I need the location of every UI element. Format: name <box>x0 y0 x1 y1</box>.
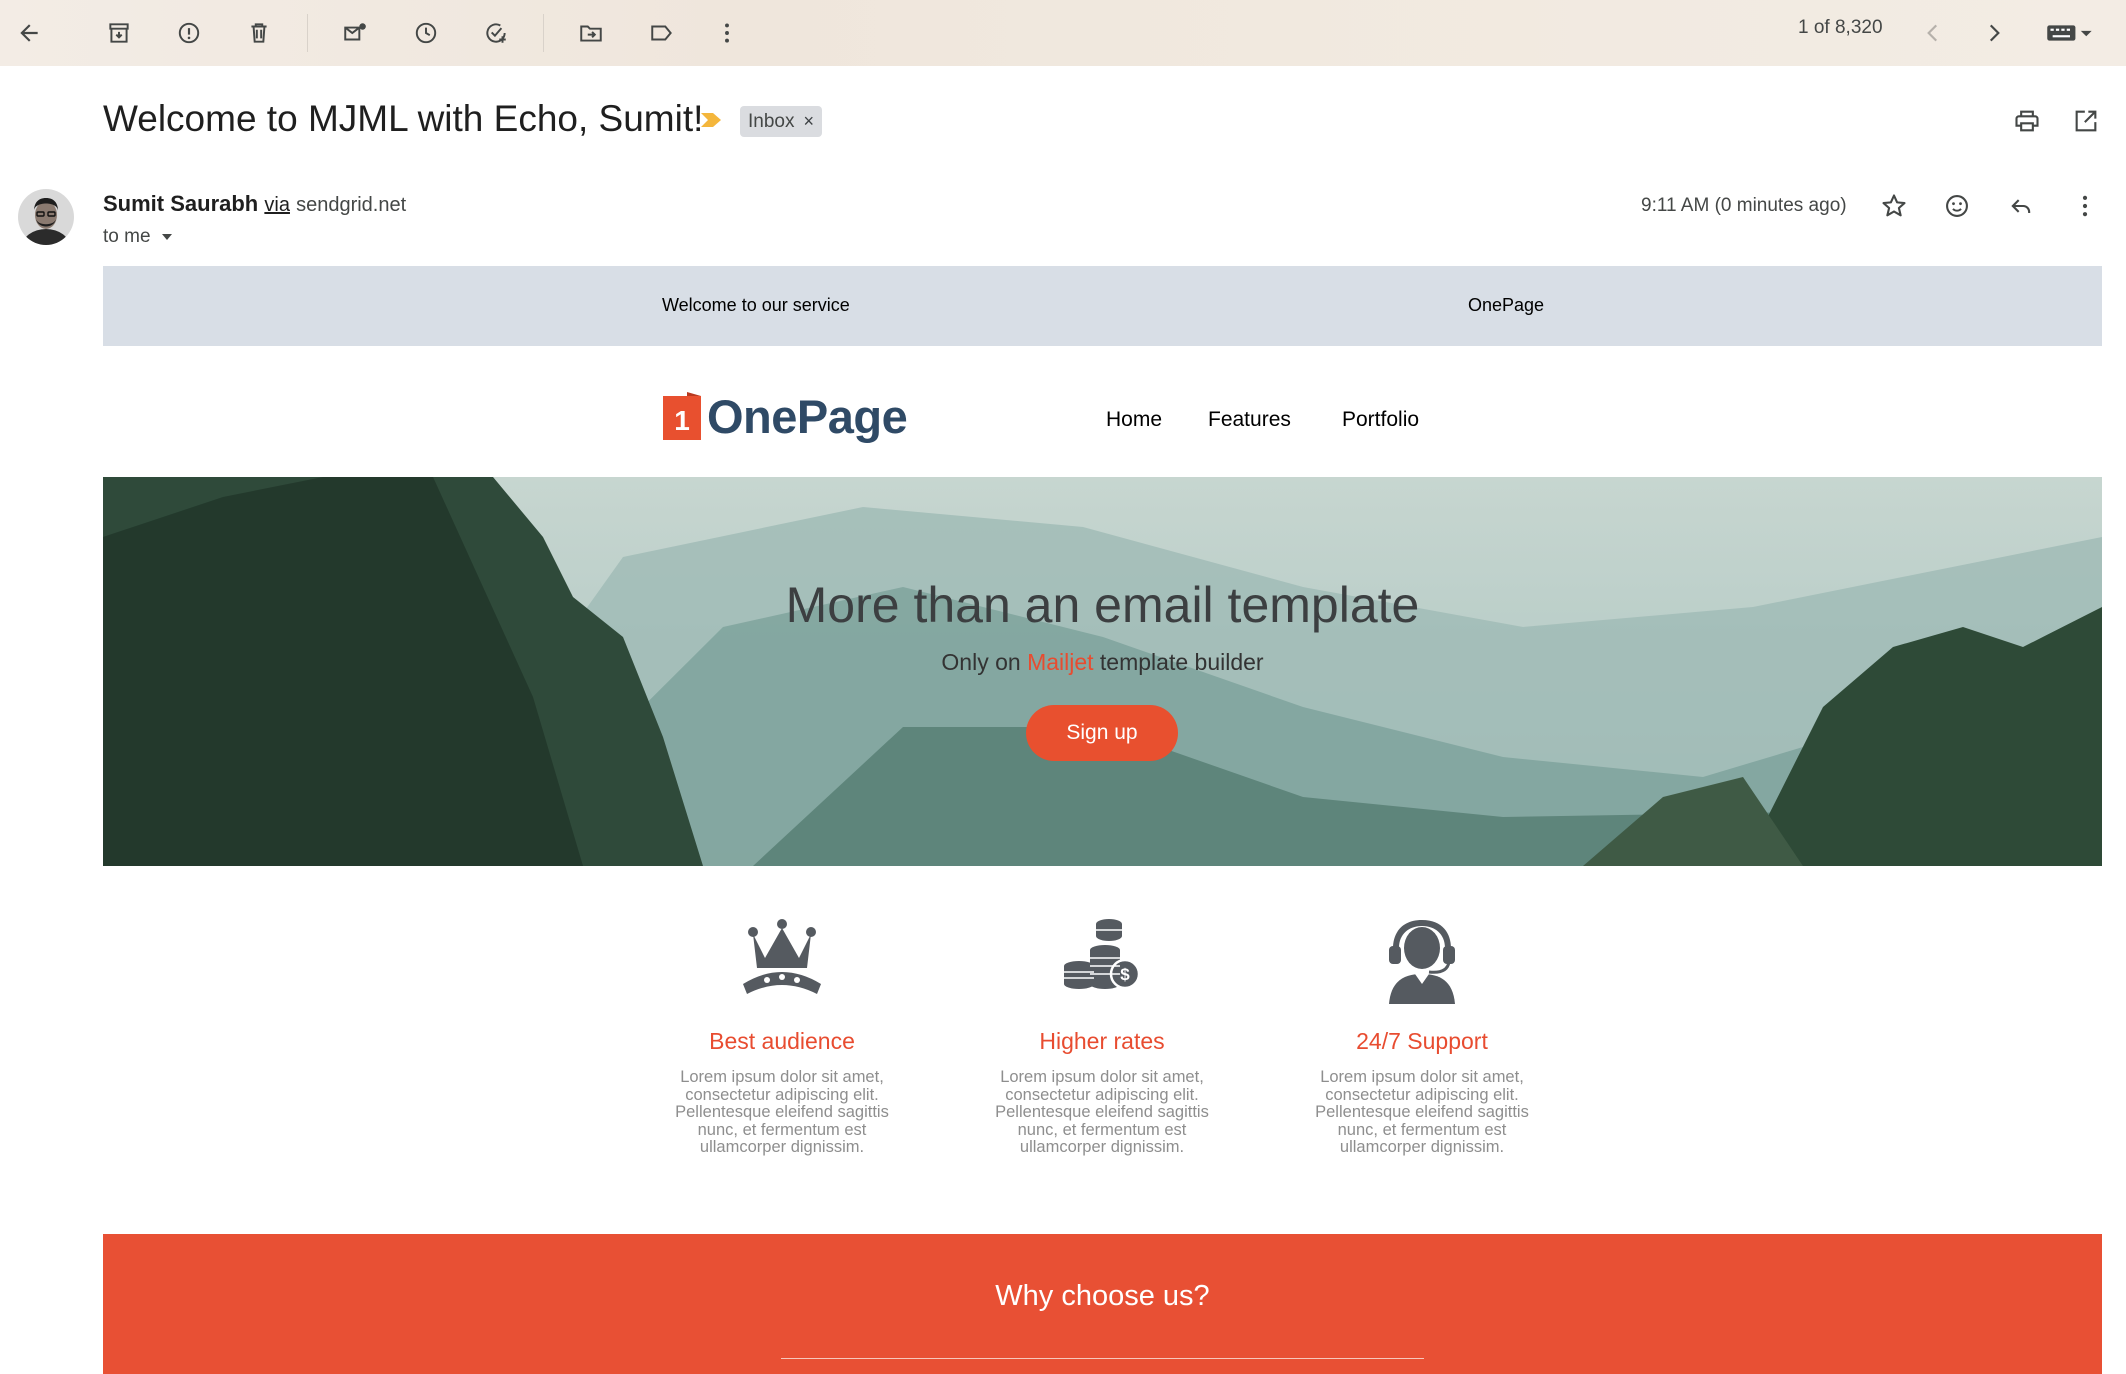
hero-title: More than an email template <box>785 577 1420 633</box>
input-tools-button[interactable] <box>2034 9 2106 57</box>
reply-button[interactable] <box>2001 186 2041 226</box>
star-button[interactable] <box>1874 186 1914 226</box>
add-reaction-button[interactable] <box>1937 186 1977 226</box>
importance-marker-icon[interactable] <box>699 111 723 129</box>
older-button[interactable] <box>1970 9 2018 57</box>
message-count: 1 of 8,320 <box>1798 17 1883 38</box>
coins-icon: $ <box>1064 919 1141 990</box>
mailjet-link[interactable]: Mailjet <box>1027 649 1093 675</box>
more-vert-icon <box>725 23 729 43</box>
avatar-image <box>18 189 74 245</box>
labels-button[interactable] <box>638 9 686 57</box>
via-link[interactable]: via <box>264 194 290 216</box>
preheader-welcome: Welcome to our service <box>662 295 850 315</box>
report-spam-button[interactable] <box>165 9 213 57</box>
add-to-tasks-icon <box>486 23 506 43</box>
features-section: Best audience Lorem ipsum dolor sit amet… <box>103 866 2102 1234</box>
open-in-new-icon <box>2075 110 2097 132</box>
feature-text: Lorem ipsum dolor sit amet, consectetur … <box>1315 1068 1529 1156</box>
back-arrow-icon <box>20 24 38 42</box>
svg-text:$: $ <box>1120 965 1130 984</box>
snooze-button[interactable] <box>402 9 450 57</box>
add-to-tasks-button[interactable] <box>472 9 520 57</box>
nav-features-link[interactable]: Features <box>1208 408 1291 432</box>
email-navbar: 1 OnePage Home Features Portfolio <box>103 346 2102 477</box>
remove-label-icon[interactable]: × <box>803 111 814 132</box>
sender-name[interactable]: Sumit Saurabh <box>103 191 258 216</box>
newer-button[interactable] <box>1909 9 1957 57</box>
inbox-label-chip: Inbox × <box>740 106 822 137</box>
hero-subtitle: Only on Mailjet template builder <box>103 649 2102 676</box>
mark-unread-button[interactable] <box>331 9 379 57</box>
feature-title: 24/7 Support <box>1356 1028 1488 1054</box>
emoji-icon <box>1946 195 1968 217</box>
hero-subtitle-suffix: template builder <box>1099 649 1264 675</box>
email-body: Welcome to our service OnePage 1 OnePage… <box>103 266 2102 1374</box>
why-choose-us-section: Why choose us? <box>103 1234 2102 1374</box>
archive-icon <box>109 23 129 43</box>
toolbar-divider <box>307 14 308 52</box>
nav-portfolio-link[interactable]: Portfolio <box>1342 408 1419 432</box>
sender-avatar[interactable] <box>18 189 74 245</box>
message-more-button[interactable] <box>2065 186 2105 226</box>
print-icon <box>2015 110 2039 132</box>
section-divider <box>781 1358 1424 1359</box>
print-all-button[interactable] <box>2007 101 2047 141</box>
feature-title: Higher rates <box>1039 1028 1165 1054</box>
inbox-label-text: Inbox <box>748 110 795 132</box>
nav-home-link[interactable]: Home <box>1106 408 1162 432</box>
feature-title: Best audience <box>709 1028 855 1054</box>
logo-badge-icon: 1 <box>663 392 701 440</box>
preheader-brand-link[interactable]: OnePage <box>1468 295 1544 316</box>
logo-badge-text: 1 <box>674 405 690 436</box>
open-new-window-button[interactable] <box>2066 101 2106 141</box>
feature-best-audience: Best audience Lorem ipsum dolor sit amet… <box>662 914 902 1157</box>
feature-text: Lorem ipsum dolor sit amet, consectetur … <box>675 1068 889 1156</box>
reply-icon <box>2011 199 2031 213</box>
onepage-logo[interactable]: 1 OnePage <box>663 390 908 443</box>
back-button[interactable] <box>5 9 53 57</box>
delete-icon <box>251 23 267 43</box>
older-icon <box>1989 24 2000 42</box>
crown-icon <box>743 919 821 994</box>
sender-line: Sumit Saurabh via sendgrid.net <box>103 191 406 217</box>
chevron-down-icon <box>161 234 172 240</box>
snooze-icon <box>415 22 437 44</box>
delete-button[interactable] <box>235 9 283 57</box>
move-to-icon <box>580 25 602 42</box>
labels-icon <box>651 25 672 41</box>
toolbar-divider <box>543 14 544 52</box>
feature-text: Lorem ipsum dolor sit amet, consectetur … <box>995 1068 1209 1156</box>
more-actions-button[interactable] <box>703 9 751 57</box>
archive-button[interactable] <box>95 9 143 57</box>
move-to-button[interactable] <box>567 9 615 57</box>
email-subject: Welcome to MJML with Echo, Sumit! <box>103 98 704 139</box>
mark-unread-icon <box>344 23 366 41</box>
feature-higher-rates: $ Higher rates Lorem ipsum dolor sit ame… <box>982 914 1222 1157</box>
star-icon <box>1882 194 1906 217</box>
recipient-details-toggle[interactable]: to me <box>103 226 174 248</box>
hero-banner: More than an email template Only on Mail… <box>103 477 2102 866</box>
feature-support: 24/7 Support Lorem ipsum dolor sit amet,… <box>1302 914 1542 1157</box>
input-tools-icon <box>2047 25 2092 41</box>
headset-support-icon <box>1389 920 1455 1004</box>
logo-text: OnePage <box>707 389 908 443</box>
sign-up-button[interactable]: Sign up <box>1026 705 1178 761</box>
report-spam-icon <box>178 22 200 44</box>
newer-icon <box>1927 24 1938 42</box>
preheader-bar: Welcome to our service OnePage <box>103 266 2102 346</box>
hero-subtitle-prefix: Only on <box>941 649 1021 675</box>
message-toolbar: 1 of 8,320 <box>0 0 2126 66</box>
sender-domain: sendgrid.net <box>296 194 407 216</box>
recipient-text: to me <box>103 226 151 247</box>
more-vert-icon <box>2082 195 2088 217</box>
why-choose-us-title: Why choose us? <box>995 1280 1210 1312</box>
message-timestamp: 9:11 AM (0 minutes ago) <box>1641 195 1847 216</box>
